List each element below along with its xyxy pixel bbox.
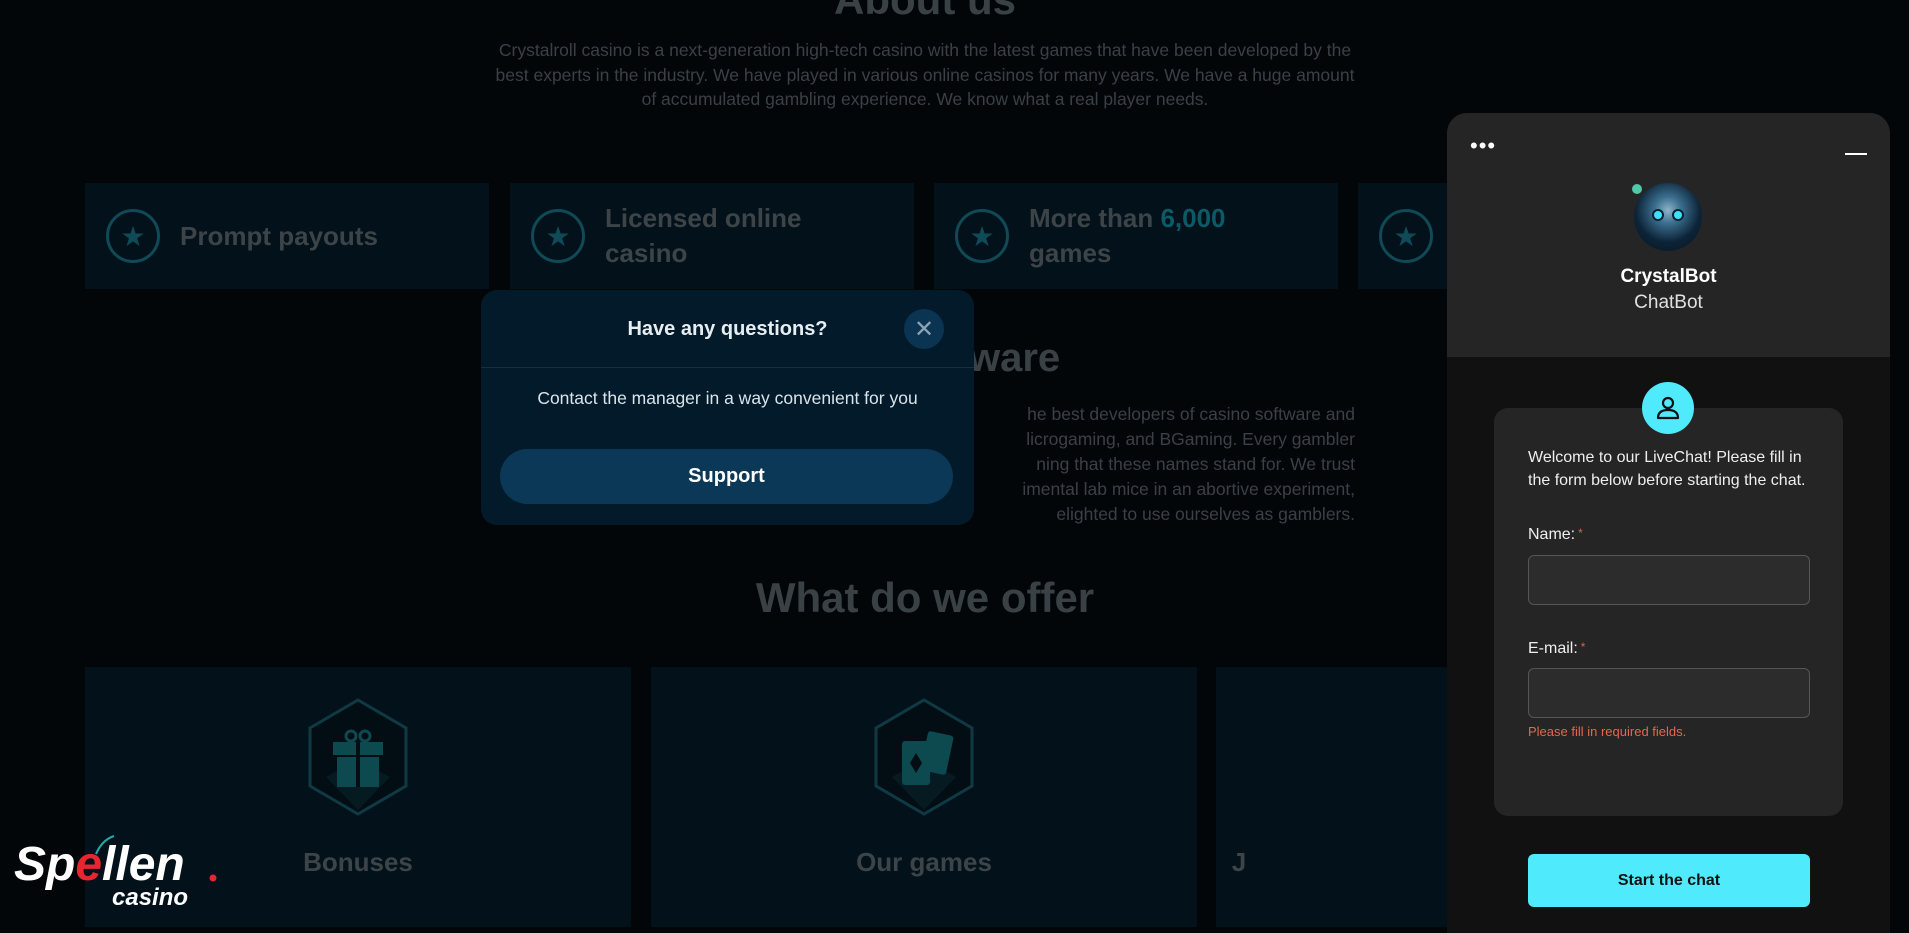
offer-label: J [1231,847,1247,877]
cards-icon [874,698,974,816]
bot-name: CrystalBot [1620,266,1717,287]
star-icon: ★ [1379,209,1433,263]
email-label-text: E-mail: [1528,640,1578,657]
close-icon[interactable]: ✕ [904,309,944,349]
minimize-icon[interactable] [1845,153,1867,155]
star-icon: ★ [531,209,585,263]
feature-card: ★ More than 6,000 games [934,183,1338,289]
error-message: Please fill in required fields. [1528,724,1687,739]
feature-label: Prompt payouts [180,220,378,251]
name-label-text: Name: [1528,526,1576,543]
divider [481,367,974,368]
software-title: ware [969,336,1061,380]
star-icon: ★ [106,209,160,263]
feature-label: Licensed online casino [605,203,802,268]
feature-label-text: More than [1029,203,1161,233]
email-field[interactable] [1528,668,1810,718]
avatar [1632,183,1702,251]
about-title: About us [0,0,1850,24]
user-icon [1642,382,1694,434]
required-mark: * [1578,526,1583,540]
start-chat-button[interactable]: Start the chat [1528,854,1810,907]
required-mark: * [1580,640,1586,654]
about-paragraph: Crystalroll casino is a next-generation … [495,40,1355,109]
ellipsis-icon[interactable]: ••• [1470,135,1496,157]
questions-modal: Have any questions? ✕ Contact the manage… [481,290,974,525]
online-indicator [1632,184,1642,194]
prechat-form: Welcome to our LiveChat! Please fill in … [1494,408,1843,907]
offer-card-games: Our games [651,667,1197,927]
bot-role: ChatBot [1634,292,1703,313]
welcome-text: Welcome to our LiveChat! Please fill in … [1528,449,1806,489]
svg-text:casino: casino [112,884,188,907]
feature-card: ★ Licensed online casino [510,183,914,289]
support-button[interactable]: Support [500,449,953,504]
robot-eye [1672,209,1684,221]
feature-label: More than 6,000 games [1029,201,1289,271]
gift-icon [308,698,408,816]
robot-eye [1652,209,1664,221]
modal-title: Have any questions? [627,318,828,340]
modal-text: Contact the manager in a way convenient … [537,388,918,408]
spellen-casino-logo: Spellen casino [14,832,219,912]
livechat-panel: ••• CrystalBot ChatBot Welcome to our Li… [1447,113,1890,933]
feature-highlight: 6,000 [1160,203,1226,233]
star-icon: ★ [955,209,1009,263]
feature-label-text: games [1029,238,1112,268]
email-label: E-mail: * [1528,640,1585,658]
name-field[interactable] [1528,555,1810,605]
name-label: Name: * [1528,526,1583,544]
feature-card: ★ Prompt payouts [85,183,489,289]
chat-header: ••• CrystalBot ChatBot [1447,113,1890,357]
